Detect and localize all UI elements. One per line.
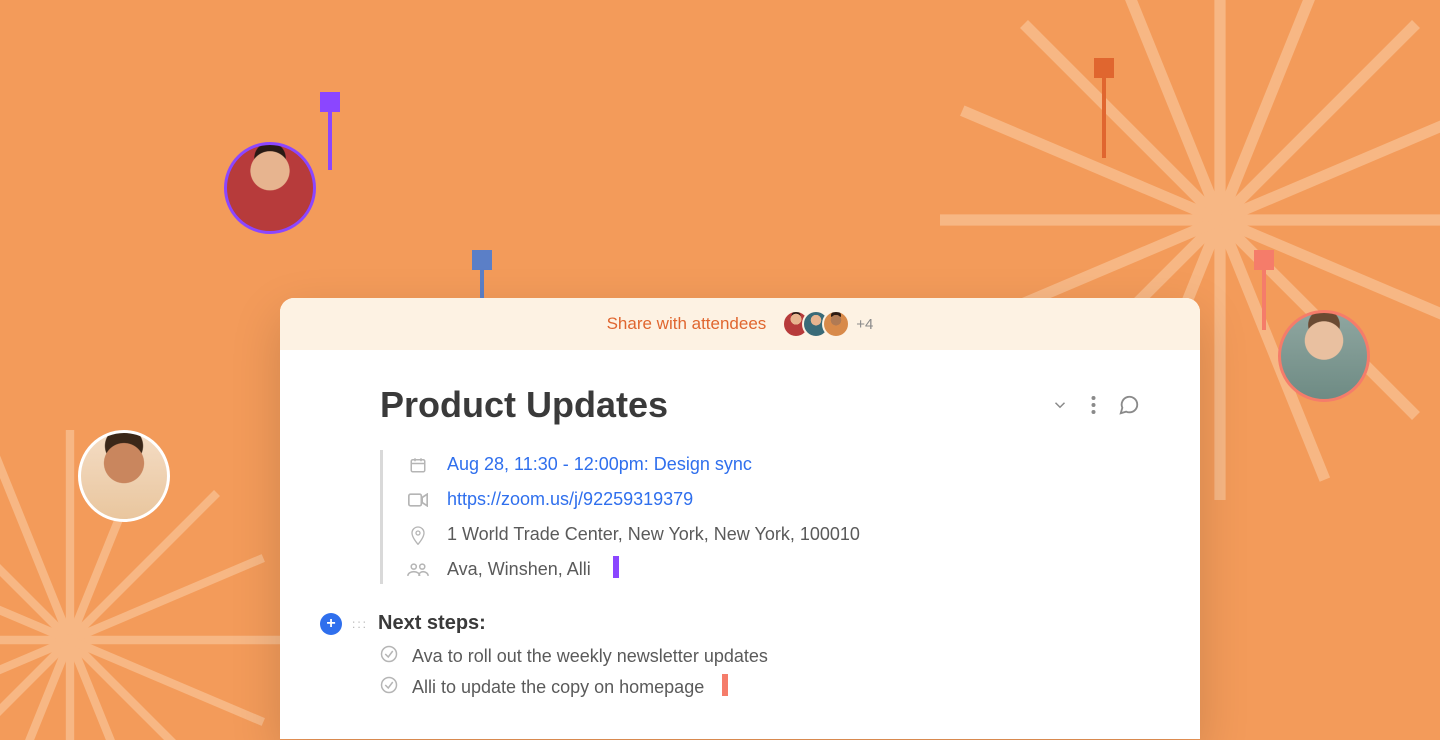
avatar <box>224 142 316 234</box>
comment-icon[interactable] <box>1118 394 1140 416</box>
location-pin-icon <box>407 525 429 545</box>
meeting-datetime-row[interactable]: Aug 28, 11:30 - 12:00pm: Design sync <box>407 454 1140 475</box>
add-block-button[interactable]: + <box>320 613 342 635</box>
drag-handle-icon[interactable]: ::: <box>352 617 368 631</box>
avatar <box>1278 310 1370 402</box>
checklist-item[interactable]: Ava to roll out the weekly newsletter up… <box>380 645 1140 668</box>
attendee-avatars[interactable]: +4 <box>782 310 873 338</box>
share-bar: Share with attendees +4 <box>280 298 1200 350</box>
meeting-attendees-row: Ava, Winshen, Alli <box>407 559 1140 580</box>
collaborator-cursor-icon <box>613 562 619 578</box>
people-icon <box>407 562 429 578</box>
next-steps-heading[interactable]: Next steps: <box>378 612 486 635</box>
video-icon <box>407 493 429 507</box>
meeting-attendees: Ava, Winshen, Alli <box>447 559 591 580</box>
checklist-item[interactable]: Alli to update the copy on homepage <box>380 676 1140 699</box>
collaborator-cursor-icon <box>722 680 728 696</box>
more-options-icon[interactable] <box>1091 396 1096 414</box>
meeting-datetime: Aug 28, 11:30 - 12:00pm: Design sync <box>447 454 752 475</box>
meeting-location-row: 1 World Trade Center, New York, New York… <box>407 524 1140 545</box>
check-circle-icon <box>380 645 398 668</box>
page-title[interactable]: Product Updates <box>380 384 1051 426</box>
meeting-location: 1 World Trade Center, New York, New York… <box>447 524 860 545</box>
calendar-icon <box>407 456 429 474</box>
chevron-down-icon[interactable] <box>1051 396 1069 414</box>
avatar <box>78 430 170 522</box>
decorative-pin <box>1094 58 1114 158</box>
avatar <box>822 310 850 338</box>
decorative-pin <box>320 92 340 170</box>
checklist-item-text: Ava to roll out the weekly newsletter up… <box>412 646 768 667</box>
note-card: Share with attendees +4 Product Updates <box>280 298 1200 739</box>
meeting-meta: Aug 28, 11:30 - 12:00pm: Design sync htt… <box>380 450 1140 584</box>
meeting-video-link: https://zoom.us/j/92259319379 <box>447 489 693 510</box>
check-circle-icon <box>380 676 398 699</box>
decorative-pin <box>1254 250 1274 330</box>
share-with-attendees-link[interactable]: Share with attendees <box>607 314 767 334</box>
meeting-video-row[interactable]: https://zoom.us/j/92259319379 <box>407 489 1140 510</box>
attendee-overflow-count: +4 <box>856 316 873 333</box>
checklist-item-text: Alli to update the copy on homepage <box>412 677 704 698</box>
